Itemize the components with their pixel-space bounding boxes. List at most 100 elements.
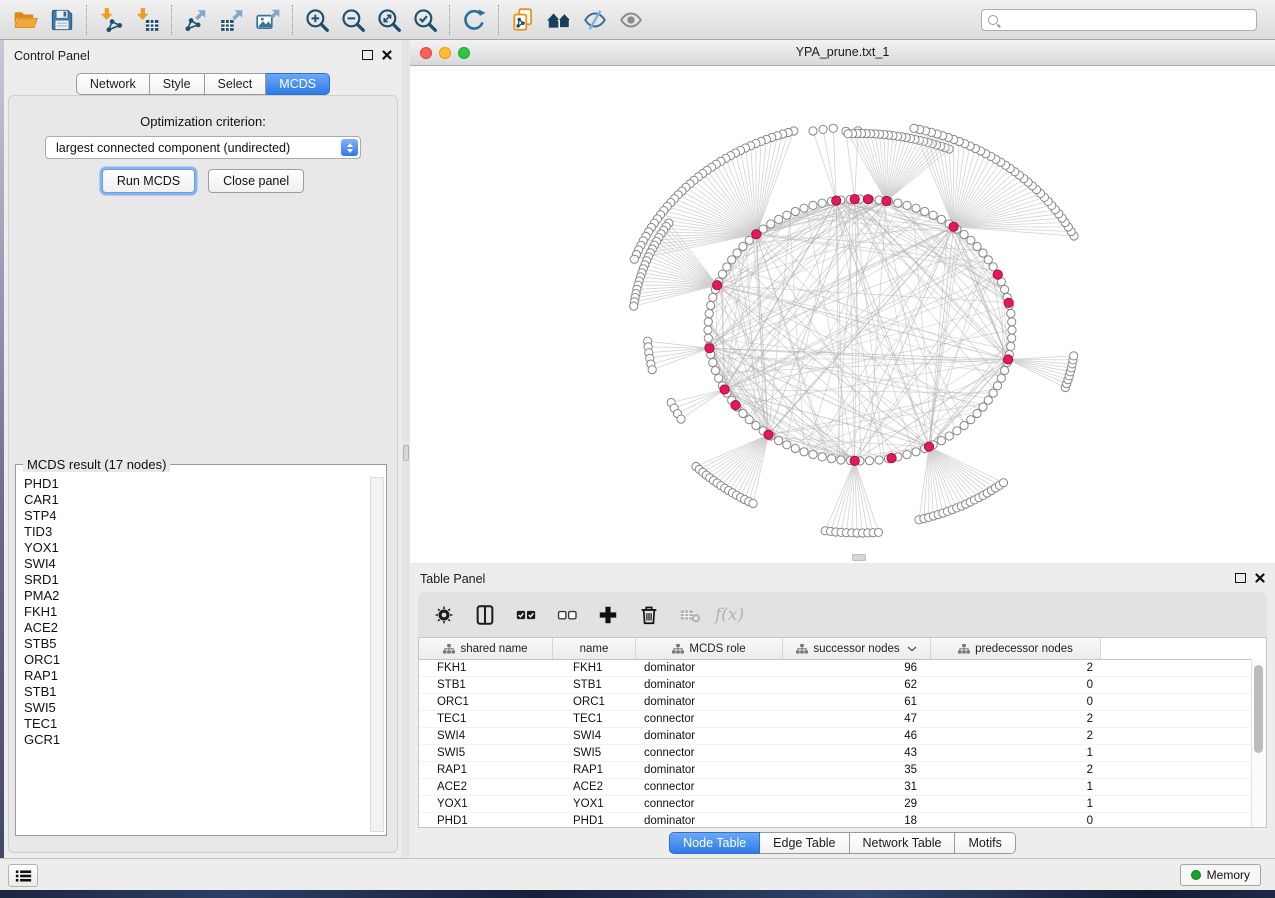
eye-icon[interactable] [614,3,648,37]
table-row[interactable]: ACE2ACE2connector311 [419,779,1266,796]
search-field[interactable] [981,9,1257,31]
mcds-result-item[interactable]: PHD1 [24,476,371,492]
table-row[interactable]: RAP1RAP1dominator352 [419,762,1266,779]
memory-button[interactable]: Memory [1180,864,1261,886]
node-table: shared namenameMCDS rolesuccessor nodesp… [418,637,1267,828]
export-table-icon[interactable] [215,3,249,37]
window-zoom-button[interactable] [458,47,470,59]
cell-predecessor-nodes: 1 [931,796,1101,812]
add-column-icon[interactable] [596,603,620,627]
table-row[interactable]: TEC1TEC1connector472 [419,711,1266,728]
show-columns-icon[interactable] [473,603,497,627]
duplicate-network-icon[interactable] [506,3,540,37]
cell-name: ORC1 [553,694,636,710]
mcds-result-item[interactable]: SRD1 [24,572,371,588]
houses-icon[interactable] [542,3,576,37]
tab-edge-table[interactable]: Edge Table [760,832,849,854]
run-mcds-button[interactable]: Run MCDS [102,169,195,193]
cell-mcds-role: connector [636,796,783,812]
mcds-result-item[interactable]: ACE2 [24,620,371,636]
mcds-result-item[interactable]: SWI5 [24,700,371,716]
mcds-result-item[interactable]: TID3 [24,524,371,540]
eye-slash-icon[interactable] [578,3,612,37]
column-header-name[interactable]: name [553,638,636,659]
mcds-result-item[interactable]: ORC1 [24,652,371,668]
optimization-criterion-select[interactable]: largest connected component (undirected) [45,136,361,159]
close-panel-icon[interactable] [1255,573,1265,583]
table-row[interactable]: FKH1FKH1dominator962 [419,660,1266,677]
search-input[interactable] [1003,10,1256,30]
float-panel-icon[interactable] [362,50,373,60]
table-scrollbar[interactable] [1251,659,1266,827]
panels-menu-button[interactable] [8,864,38,887]
panel-splitter-vertical[interactable] [402,40,410,858]
network-graph[interactable] [410,66,1275,563]
tab-mcds[interactable]: MCDS [266,73,330,95]
cell-predecessor-nodes: 2 [931,762,1101,778]
zoom-fit-icon[interactable] [372,3,406,37]
import-table-icon[interactable] [130,3,164,37]
table-row[interactable]: SWI5SWI5connector431 [419,745,1266,762]
cell-successor-nodes: 29 [783,796,931,812]
mcds-result-item[interactable]: STB5 [24,636,371,652]
cell-shared-name: SWI5 [419,745,553,761]
mcds-result-item[interactable]: STB1 [24,684,371,700]
cell-name: SWI4 [553,728,636,744]
mcds-tab-content: Optimization criterion: largest connecte… [8,95,398,853]
splitter-grip-icon[interactable] [852,554,866,561]
network-window-titlebar[interactable]: YPA_prune.txt_1 [410,40,1275,66]
select-all-checkboxes-icon[interactable] [514,603,538,627]
network-view-window: YPA_prune.txt_1 [410,40,1275,563]
deselect-all-checkboxes-icon[interactable] [555,603,579,627]
settings-gear-icon[interactable] [432,603,456,627]
mcds-result-item[interactable]: STP4 [24,508,371,524]
cell-successor-nodes: 18 [783,813,931,828]
mcds-result-item[interactable]: RAP1 [24,668,371,684]
mcds-result-item[interactable]: CAR1 [24,492,371,508]
splitter-grip-icon[interactable] [403,445,409,461]
network-canvas[interactable] [410,66,1275,563]
export-network-icon[interactable] [179,3,213,37]
float-panel-icon[interactable] [1235,573,1246,583]
tab-network[interactable]: Network [76,73,150,95]
export-image-icon[interactable] [251,3,285,37]
mcds-result-item[interactable]: PMA2 [24,588,371,604]
tab-node-table[interactable]: Node Table [669,832,760,854]
refresh-layout-icon[interactable] [457,3,491,37]
column-header-successor-nodes[interactable]: successor nodes [783,638,931,659]
import-network-icon[interactable] [94,3,128,37]
column-header-mcds-role[interactable]: MCDS role [636,638,783,659]
mcds-result-item[interactable]: SWI4 [24,556,371,572]
scrollbar-thumb[interactable] [1254,665,1263,753]
save-session-icon[interactable] [45,3,79,37]
tab-network-table[interactable]: Network Table [850,832,956,854]
tab-select[interactable]: Select [205,73,267,95]
mcds-result-item[interactable]: TEC1 [24,716,371,732]
table-body: FKH1FKH1dominator962STB1STB1dominator620… [419,660,1266,828]
delete-table-icon[interactable] [678,603,702,627]
table-row[interactable]: PHD1PHD1dominator180 [419,813,1266,828]
zoom-in-icon[interactable] [300,3,334,37]
table-row[interactable]: STB1STB1dominator620 [419,677,1266,694]
zoom-out-icon[interactable] [336,3,370,37]
mcds-result-item[interactable]: FKH1 [24,604,371,620]
table-row[interactable]: YOX1YOX1connector291 [419,796,1266,813]
close-panel-button[interactable]: Close panel [208,169,304,193]
delete-columns-icon[interactable] [637,603,661,627]
zoom-selected-icon[interactable] [408,3,442,37]
mcds-result-item[interactable]: YOX1 [24,540,371,556]
table-row[interactable]: SWI4SWI4dominator462 [419,728,1266,745]
column-header-shared-name[interactable]: shared name [419,638,553,659]
window-minimize-button[interactable] [439,47,451,59]
mcds-result-scrollbar[interactable] [370,477,384,832]
mcds-result-item[interactable]: GCR1 [24,732,371,748]
control-panel-tabs: NetworkStyleSelectMCDS [4,73,402,95]
column-header-predecessor-nodes[interactable]: predecessor nodes [931,638,1101,659]
close-panel-icon[interactable] [382,50,392,60]
table-row[interactable]: ORC1ORC1dominator610 [419,694,1266,711]
open-file-icon[interactable] [9,3,43,37]
tab-motifs[interactable]: Motifs [955,832,1015,854]
tab-style[interactable]: Style [150,73,205,95]
window-close-button[interactable] [420,47,432,59]
function-builder-icon[interactable]: f(x) [715,605,744,625]
